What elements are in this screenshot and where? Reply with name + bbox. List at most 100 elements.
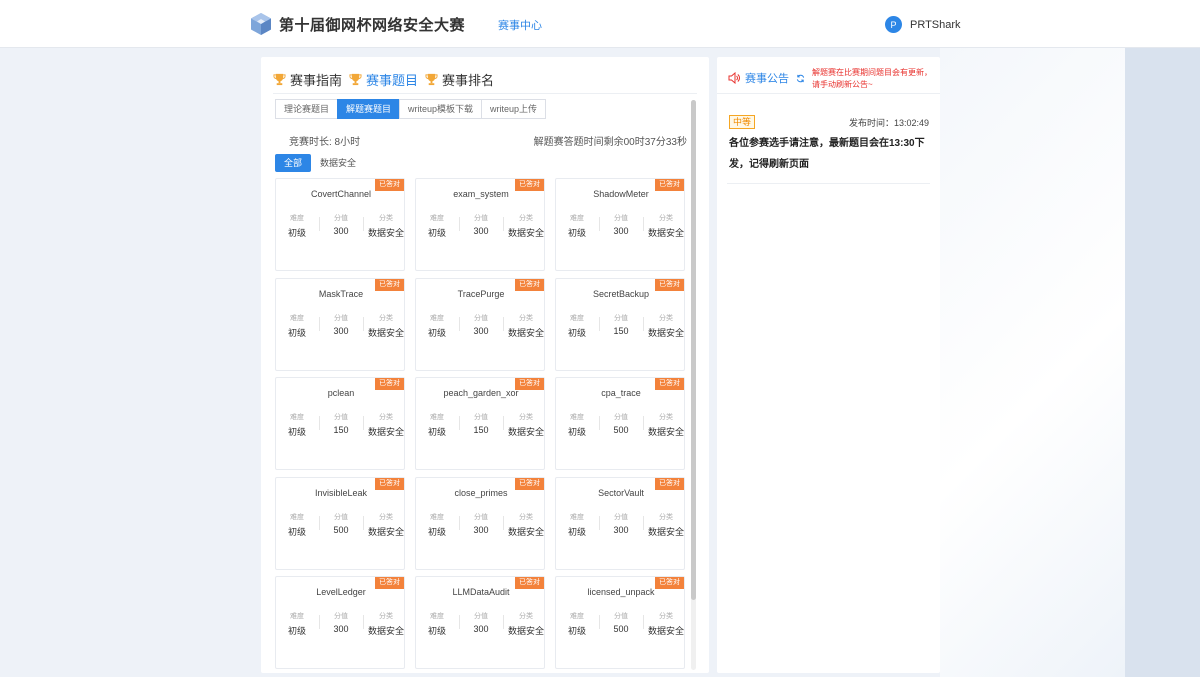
stat-difficulty: 难度 初级 (415, 512, 459, 538)
stat-category: 分类 数据安全 (364, 512, 408, 538)
stat-category-value: 数据安全 (367, 328, 404, 338)
top-header: 第十届御网杯网络安全大赛 赛事中心 P PRTShark (0, 0, 1200, 48)
stat-difficulty-label: 难度 (290, 215, 304, 222)
category-data-security[interactable]: 数据安全 (311, 154, 365, 172)
stat-category-value: 数据安全 (507, 626, 544, 636)
stat-divider (319, 516, 320, 530)
trophy-icon (425, 73, 438, 86)
stat-difficulty: 难度 初级 (555, 412, 599, 438)
challenge-name: licensed_unpack (587, 587, 655, 597)
challenge-card[interactable]: 已答对 MaskTrace 难度 初级 分值 300 分类 数据安全 (275, 278, 405, 371)
site-title: 第十届御网杯网络安全大赛 (279, 16, 466, 34)
subtab-solving[interactable]: 解题赛题目 (337, 99, 401, 119)
divider (727, 183, 930, 184)
avatar[interactable]: P (885, 16, 902, 33)
challenge-card[interactable]: 已答对 ShadowMeter 难度 初级 分值 300 分类 数据安全 (555, 178, 685, 271)
stat-score: 分值 500 (599, 412, 643, 435)
tab-challenges[interactable]: 赛事题目 (349, 70, 418, 89)
tab-ranking[interactable]: 赛事排名 (425, 70, 494, 89)
stat-score-label: 分值 (474, 215, 488, 222)
stat-divider (503, 217, 504, 231)
stat-category-label: 分类 (659, 315, 673, 322)
challenge-card[interactable]: 已答对 close_primes 难度 初级 分值 300 分类 数据安全 (415, 477, 545, 570)
challenge-card[interactable]: 已答对 SectorVault 难度 初级 分值 300 分类 数据安全 (555, 477, 685, 570)
challenge-name: InvisibleLeak (314, 488, 368, 498)
stat-score: 分值 300 (459, 611, 503, 634)
trophy-icon (349, 73, 362, 86)
subtab-writeup-upload[interactable]: writeup上传 (481, 99, 547, 119)
divider (717, 93, 940, 94)
subtab-writeup-template[interactable]: writeup模板下载 (399, 99, 483, 119)
stat-difficulty-value: 初级 (287, 527, 306, 537)
stat-difficulty-value: 初级 (567, 228, 586, 238)
challenge-card[interactable]: 已答对 LLMDataAudit 难度 初级 分值 300 分类 数据安全 (415, 576, 545, 669)
stat-category: 分类 数据安全 (504, 313, 548, 339)
stat-score: 分值 500 (319, 512, 363, 535)
stat-score-label: 分值 (334, 613, 348, 620)
user-menu[interactable]: P PRTShark (885, 16, 961, 33)
stat-category: 分类 数据安全 (644, 412, 688, 438)
challenge-card[interactable]: 已答对 SecretBackup 难度 初级 分值 150 分类 数据安全 (555, 278, 685, 371)
stat-divider (643, 615, 644, 629)
challenge-card[interactable]: 已答对 CovertChannel 难度 初级 分值 300 分类 数据安全 (275, 178, 405, 271)
stat-score: 分值 150 (459, 412, 503, 435)
category-all[interactable]: 全部 (275, 154, 312, 172)
challenge-card[interactable]: 已答对 InvisibleLeak 难度 初级 分值 500 分类 数据安全 (275, 477, 405, 570)
stat-score: 分值 300 (459, 512, 503, 535)
stat-category-value: 数据安全 (507, 427, 544, 437)
stat-score-value: 300 (613, 525, 629, 535)
refresh-icon[interactable] (796, 74, 805, 83)
stat-score-value: 300 (333, 624, 349, 634)
challenge-card[interactable]: 已答对 LevelLedger 难度 初级 分值 300 分类 数据安全 (275, 576, 405, 669)
stat-category: 分类 数据安全 (644, 611, 688, 637)
scrollbar-thumb[interactable] (691, 100, 696, 600)
stat-difficulty-value: 初级 (287, 228, 306, 238)
stat-score-value: 300 (473, 326, 489, 336)
challenge-card[interactable]: 已答对 cpa_trace 难度 初级 分值 500 分类 数据安全 (555, 377, 685, 470)
stat-difficulty: 难度 初级 (555, 611, 599, 637)
challenge-card[interactable]: 已答对 TracePurge 难度 初级 分值 300 分类 数据安全 (415, 278, 545, 371)
stat-difficulty: 难度 初级 (275, 213, 319, 239)
trophy-icon (273, 73, 286, 86)
stat-category-label: 分类 (519, 414, 533, 421)
site-logo[interactable]: 第十届御网杯网络安全大赛 (249, 12, 465, 36)
stat-score-label: 分值 (474, 315, 488, 322)
stat-divider (319, 615, 320, 629)
category-filter: 全部 数据安全 (275, 154, 365, 172)
announcement-panel: 赛事公告 解题赛在比赛期间题目会有更新，请手动刷新公告~ 中等 发布时间：13:… (717, 57, 940, 673)
stat-category-label: 分类 (519, 215, 533, 222)
stat-score-label: 分值 (334, 414, 348, 421)
challenge-card[interactable]: 已答对 pclean 难度 初级 分值 150 分类 数据安全 (275, 377, 405, 470)
stat-divider (459, 516, 460, 530)
stat-difficulty-label: 难度 (290, 414, 304, 421)
stat-divider (319, 317, 320, 331)
stat-divider (599, 416, 600, 430)
stat-score: 分值 300 (459, 313, 503, 336)
stat-category-value: 数据安全 (647, 527, 684, 537)
divider (273, 93, 697, 94)
challenge-name: cpa_trace (601, 388, 641, 398)
stat-difficulty-label: 难度 (430, 514, 444, 521)
announcement-body: 各位参赛选手请注意，最新题目会在13:30下发，记得刷新页面 (729, 138, 925, 170)
nav-event-center[interactable]: 赛事中心 (498, 17, 542, 33)
subtab-theory[interactable]: 理论赛题目 (275, 99, 339, 119)
challenge-card[interactable]: 已答对 peach_garden_xor 难度 初级 分值 150 分类 数据安全 (415, 377, 545, 470)
stat-divider (643, 416, 644, 430)
stat-score-value: 500 (613, 624, 629, 634)
sub-tabs: 理论赛题目 解题赛题目 writeup模板下载 writeup上传 (275, 99, 547, 119)
stat-divider (319, 416, 320, 430)
stat-score-value: 150 (613, 326, 629, 336)
stat-divider (459, 615, 460, 629)
stat-difficulty-label: 难度 (430, 315, 444, 322)
background-decoration (940, 48, 1125, 677)
tab-guide[interactable]: 赛事指南 (273, 70, 342, 89)
speaker-icon (728, 72, 740, 84)
stat-difficulty-label: 难度 (570, 414, 584, 421)
challenge-name: pclean (327, 388, 355, 398)
scrollbar[interactable] (691, 100, 696, 670)
challenge-card[interactable]: 已答对 exam_system 难度 初级 分值 300 分类 数据安全 (415, 178, 545, 271)
stat-score-label: 分值 (614, 315, 628, 322)
stat-score: 分值 300 (319, 213, 363, 236)
challenge-card[interactable]: 已答对 licensed_unpack 难度 初级 分值 500 分类 数据安全 (555, 576, 685, 669)
stat-difficulty-label: 难度 (430, 215, 444, 222)
